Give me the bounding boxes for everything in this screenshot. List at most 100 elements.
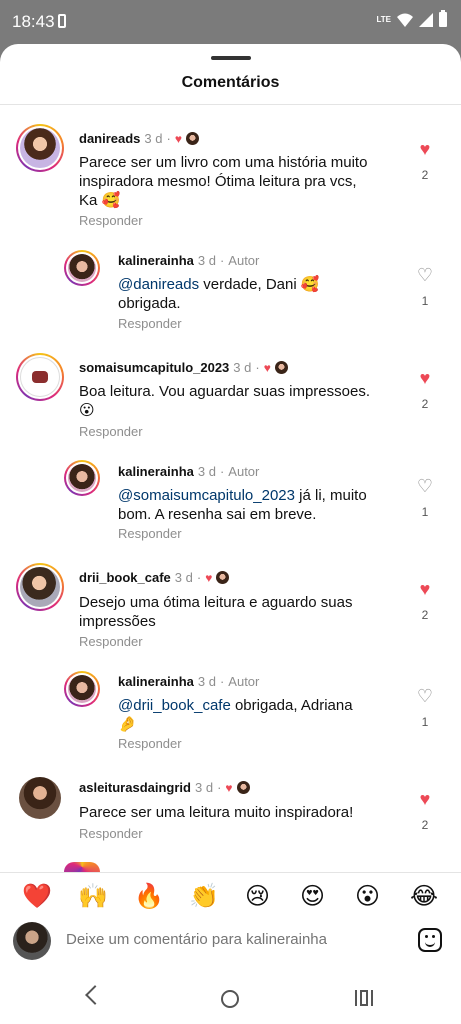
- like-count: 2: [421, 168, 429, 182]
- like-button[interactable]: ♥ 2: [413, 369, 437, 411]
- emoji-heart[interactable]: ❤️: [22, 883, 52, 911]
- username[interactable]: drii_book_cafe: [79, 570, 171, 585]
- system-nav-bar: [0, 974, 461, 1024]
- reply-button[interactable]: Responder: [118, 316, 182, 331]
- recent-apps-icon[interactable]: [355, 990, 373, 1008]
- author-mini-avatar: [236, 781, 250, 794]
- like-count: 1: [421, 294, 429, 308]
- author-mini-avatar: [274, 361, 288, 374]
- status-icons: LTE: [376, 10, 447, 27]
- like-count: 2: [421, 397, 429, 411]
- emoji-heart-eyes[interactable]: 😍: [300, 883, 325, 911]
- reply-button[interactable]: Responder: [79, 213, 143, 228]
- comment-text: Parece ser uma leitura muito inspiradora…: [79, 804, 354, 821]
- heart-outline-icon: ♡: [416, 265, 434, 285]
- comment-meta: asleiturasdaingrid 3 d · ♥: [79, 780, 250, 795]
- phone-icon: [58, 14, 66, 28]
- header-divider: [0, 104, 461, 105]
- heart-filled-icon: ♥: [419, 139, 431, 159]
- heart-outline-icon: ♡: [416, 686, 434, 706]
- like-button[interactable]: ♡ 1: [413, 266, 437, 308]
- drag-handle[interactable]: [211, 56, 251, 60]
- emoji-fire[interactable]: 🔥: [134, 883, 164, 911]
- avatar[interactable]: [64, 862, 100, 872]
- username[interactable]: danireads: [79, 131, 140, 146]
- author-label: Autor: [228, 253, 260, 268]
- mention-link[interactable]: @somaisumcapitulo_2023: [118, 487, 295, 504]
- avatar[interactable]: [16, 353, 64, 401]
- comment-input[interactable]: [66, 931, 396, 948]
- mention-link[interactable]: @drii_book_cafe: [118, 697, 231, 714]
- comment-meta: kalinerainha 3 d · Autor: [118, 674, 260, 689]
- emoji-surprised[interactable]: 😮: [355, 883, 380, 911]
- username[interactable]: somaisumcapitulo_2023: [79, 360, 229, 375]
- comment-time: 3 d: [144, 131, 163, 146]
- emoji-reaction-bar: ❤️ 🙌 🔥 👏 😢 😍 😮 😂: [0, 872, 461, 922]
- status-bar: 18:43 LTE: [0, 0, 461, 44]
- heart-filled-icon: ♥: [419, 789, 431, 809]
- author-label: Autor: [228, 674, 260, 689]
- comment-text: @somaisumcapitulo_2023 já li, muito bom.…: [118, 487, 367, 523]
- author-mini-avatar: [185, 132, 199, 145]
- author-liked-heart-icon: ♥: [263, 360, 271, 375]
- comment-text: @danireads verdade, Dani 🥰 obrigada.: [118, 276, 320, 312]
- avatar[interactable]: [19, 777, 61, 819]
- like-count: 1: [421, 505, 429, 519]
- signal-icon: [419, 12, 433, 27]
- comment-text: Boa leitura. Vou aguardar suas impressoe…: [79, 383, 370, 419]
- reply-button[interactable]: Responder: [118, 526, 182, 541]
- like-button[interactable]: ♥ 2: [413, 140, 437, 182]
- author-liked-heart-icon: ♥: [225, 780, 233, 795]
- emoji-laughing[interactable]: 😂: [410, 883, 438, 911]
- back-icon[interactable]: [85, 985, 105, 1005]
- like-button[interactable]: ♥ 2: [413, 790, 437, 832]
- reply-button[interactable]: Responder: [79, 826, 143, 841]
- username[interactable]: asleiturasdaingrid: [79, 780, 191, 795]
- heart-filled-icon: ♥: [419, 368, 431, 388]
- reply-button[interactable]: Responder: [118, 736, 182, 751]
- author-mini-avatar: [216, 571, 230, 584]
- avatar[interactable]: [64, 460, 100, 496]
- status-time: 18:43: [12, 12, 55, 31]
- username[interactable]: kalinerainha: [118, 253, 194, 268]
- comment-time: 3 d: [197, 464, 216, 479]
- like-button[interactable]: ♥ 2: [413, 580, 437, 622]
- reply-button[interactable]: Responder: [79, 634, 143, 649]
- wifi-icon: [397, 13, 413, 27]
- reply-button[interactable]: Responder: [79, 424, 143, 439]
- sheet-title: Comentários: [181, 74, 280, 91]
- like-button[interactable]: ♡ 1: [413, 687, 437, 729]
- comment-meta: kalinerainha 3 d · Autor: [118, 464, 260, 479]
- author-liked-heart-icon: ♥: [205, 570, 213, 585]
- like-count: 2: [421, 818, 429, 832]
- emoji-crying[interactable]: 😢: [245, 883, 270, 911]
- comment-meta: somaisumcapitulo_2023 3 d · ♥: [79, 360, 288, 375]
- comment-meta: kalinerainha 3 d · Autor: [118, 253, 260, 268]
- username[interactable]: kalinerainha: [118, 464, 194, 479]
- comment-meta: drii_book_cafe 3 d · ♥: [79, 570, 230, 585]
- heart-outline-icon: ♡: [416, 476, 434, 496]
- avatar[interactable]: [64, 250, 100, 286]
- sticker-icon[interactable]: [418, 928, 442, 952]
- avatar[interactable]: [64, 671, 100, 707]
- comment-text: Parece ser um livro com uma história mui…: [79, 154, 368, 209]
- avatar[interactable]: [16, 124, 64, 172]
- lte-icon: LTE: [376, 14, 391, 24]
- avatar[interactable]: [16, 563, 64, 611]
- like-button[interactable]: ♡ 1: [413, 477, 437, 519]
- emoji-raised-hands[interactable]: 🙌: [78, 883, 108, 911]
- emoji-clap[interactable]: 👏: [189, 883, 219, 911]
- comment-time: 3 d: [194, 780, 214, 795]
- comment-meta: danireads 3 d · ♥: [79, 131, 199, 146]
- username[interactable]: kalinerainha: [118, 674, 194, 689]
- home-icon[interactable]: [221, 990, 239, 1008]
- heart-filled-icon: ♥: [419, 579, 431, 599]
- comment-time: 3 d: [233, 360, 252, 375]
- author-label: Autor: [228, 464, 260, 479]
- comment-time: 3 d: [174, 570, 193, 585]
- current-user-avatar: [13, 922, 51, 960]
- mention-link[interactable]: @danireads: [118, 276, 199, 293]
- battery-icon: [439, 10, 447, 27]
- comment-text: Desejo uma ótima leitura e aguardo suas …: [79, 594, 353, 630]
- like-count: 1: [421, 715, 429, 729]
